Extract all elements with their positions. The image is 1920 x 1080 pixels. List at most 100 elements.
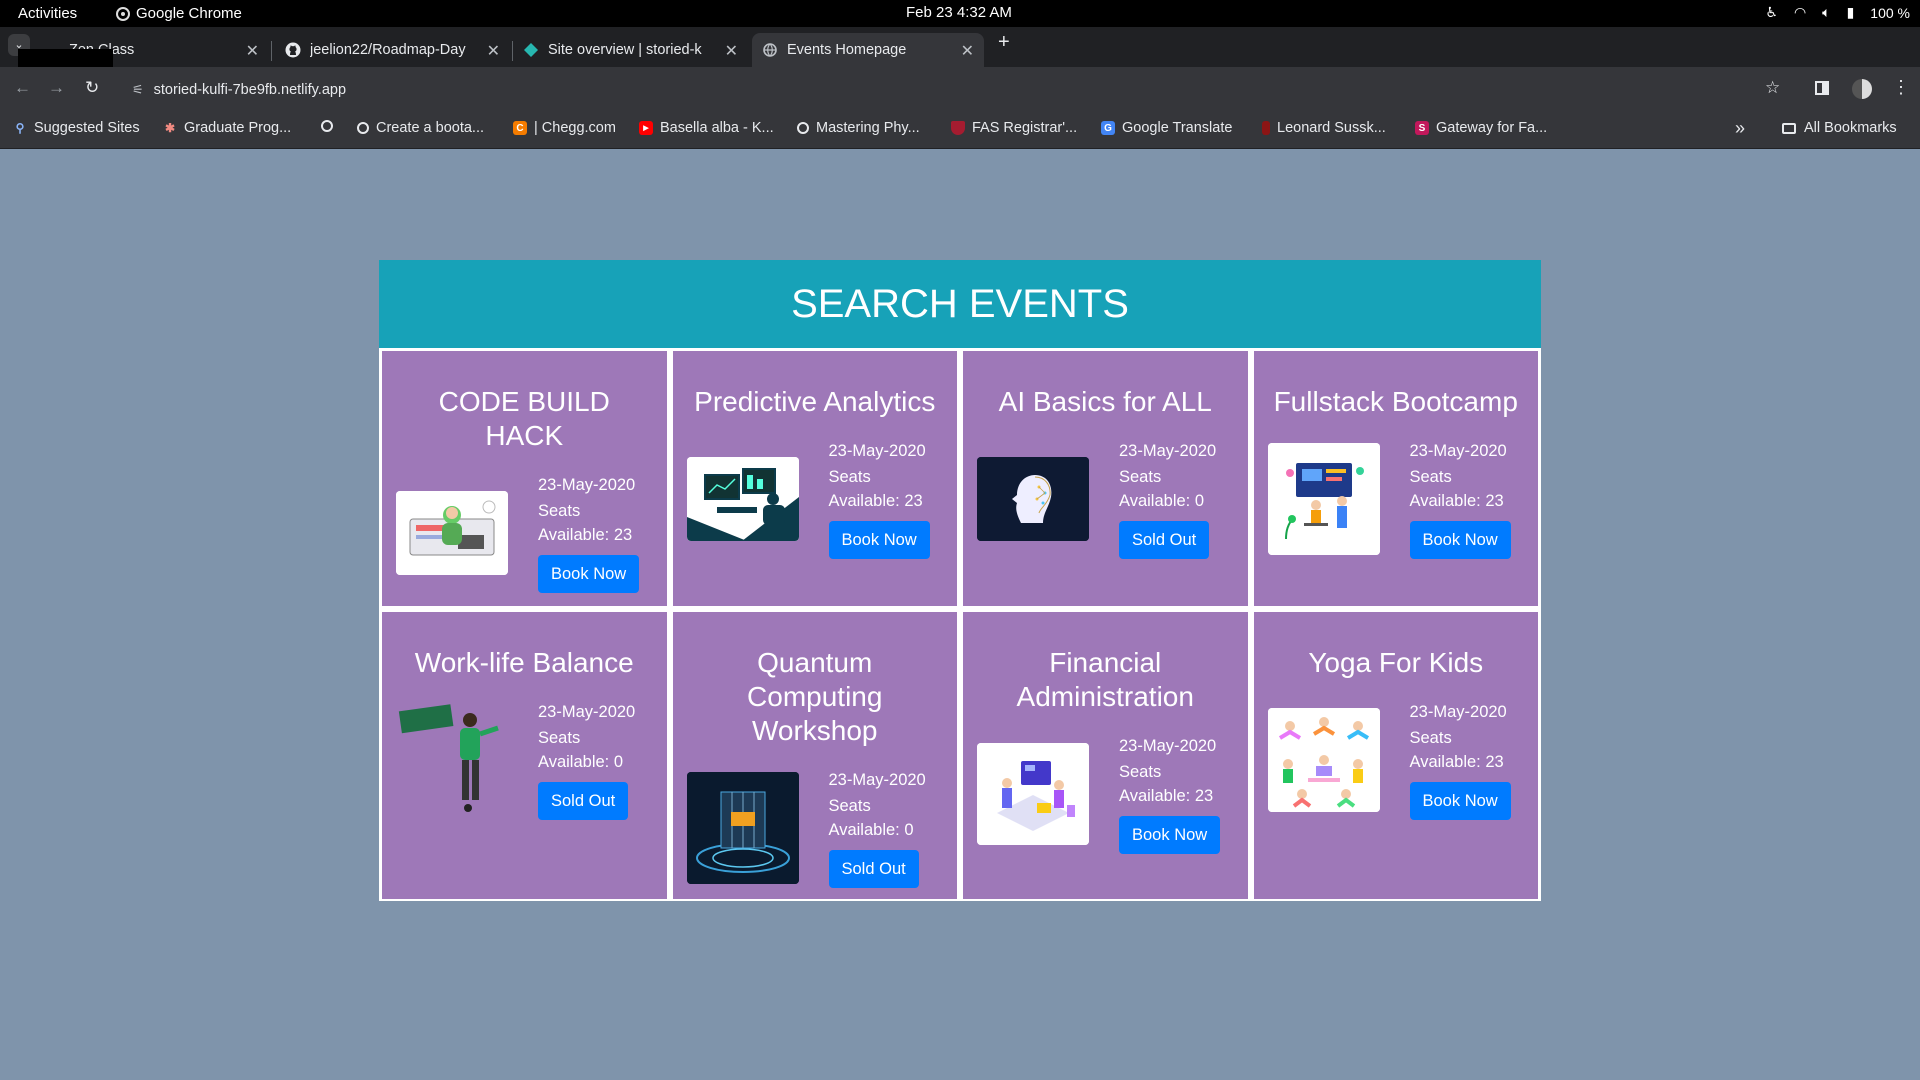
- seats-available: Available: 23: [538, 526, 633, 544]
- event-card: Yoga For Kids 23-May-2020 Seats Availabl…: [1253, 612, 1538, 899]
- event-date: 23-May-2020: [538, 476, 636, 494]
- tab-github-roadmap[interactable]: jeelion22/Roadmap-Day ✕: [285, 33, 510, 67]
- bookmark-suggested-sites[interactable]: ⚲ Suggested Sites: [13, 120, 140, 136]
- globe-icon: [797, 122, 809, 134]
- event-image-ai-head: [977, 457, 1089, 541]
- bookmarks-bar: ⚲ Suggested Sites ✱ Graduate Prog... Cre…: [0, 112, 1920, 149]
- sold-out-button[interactable]: Sold Out: [538, 782, 629, 820]
- bookmark-label: Suggested Sites: [34, 120, 140, 136]
- close-icon[interactable]: ✕: [961, 41, 974, 61]
- translate-icon: G: [1101, 121, 1115, 135]
- globe-icon: [357, 122, 369, 134]
- chrome-icon: [116, 6, 130, 21]
- seats-label: Seats: [538, 502, 581, 520]
- book-now-button[interactable]: Book Now: [828, 521, 930, 559]
- event-card: Financial Administration 23-May-2020 Sea…: [963, 612, 1248, 899]
- event-date: 23-May-2020: [538, 703, 636, 721]
- event-card: CODE BUILD HACK 23-May-2020 Seats Availa…: [382, 351, 667, 606]
- event-card: Work-life Balance 23-May-2020 Seats Avai…: [382, 612, 667, 899]
- event-date: 23-May-2020: [828, 771, 926, 789]
- bookmark-label: | Chegg.com: [534, 120, 616, 136]
- activities-button[interactable]: Activities: [18, 5, 77, 22]
- close-icon[interactable]: ✕: [246, 41, 259, 61]
- seats-label: Seats: [828, 468, 871, 486]
- bookmark-create-bootable[interactable]: Create a boota...: [357, 120, 484, 136]
- profile-avatar[interactable]: [1852, 79, 1872, 99]
- seats-available: Available: 0: [828, 821, 914, 839]
- star-burst-icon: ✱: [164, 121, 176, 135]
- side-panel-icon[interactable]: [1815, 81, 1829, 95]
- seats-label: Seats: [828, 797, 871, 815]
- accessibility-icon: ♿︎: [1765, 4, 1778, 20]
- event-title: AI Basics for ALL: [998, 386, 1212, 417]
- bookmark-google-translate[interactable]: G Google Translate: [1101, 120, 1232, 136]
- site-info-icon[interactable]: ⚟: [132, 82, 144, 98]
- bookmark-globe[interactable]: [321, 120, 340, 132]
- search-icon: ⚲: [15, 121, 25, 135]
- app-menu[interactable]: Google Chrome: [116, 5, 242, 22]
- more-bookmarks-icon[interactable]: »: [1735, 118, 1745, 139]
- bookmark-label: FAS Registrar'...: [972, 120, 1078, 136]
- bookmark-graduate-prog[interactable]: ✱ Graduate Prog...: [163, 120, 291, 136]
- book-now-button[interactable]: Book Now: [1119, 816, 1221, 854]
- sold-out-button[interactable]: Sold Out: [828, 850, 919, 888]
- back-icon[interactable]: ←: [14, 78, 31, 98]
- browser-toolbar: ← → ↻ ⚟ storied-kulfi-7be9fb.netlify.app…: [0, 67, 1920, 112]
- event-image-analytics: [686, 457, 799, 541]
- event-title: CODE BUILD HACK: [438, 386, 610, 451]
- bookmark-star-icon[interactable]: ☆: [1765, 78, 1780, 98]
- close-icon[interactable]: ✕: [487, 41, 500, 61]
- events-section: SEARCH EVENTS CODE BUILD HACK 23-May-202…: [379, 260, 1541, 901]
- seats-label: Seats: [1409, 468, 1452, 486]
- event-image-bootcamp: [1267, 443, 1380, 555]
- address-bar[interactable]: ⚟ storied-kulfi-7be9fb.netlify.app: [120, 72, 1760, 107]
- close-icon[interactable]: ✕: [725, 41, 738, 61]
- seats-available: Available: 23: [1409, 492, 1504, 510]
- bookmark-fas-registrar[interactable]: FAS Registrar'...: [951, 120, 1077, 136]
- seats-label: Seats: [1119, 763, 1162, 781]
- event-image-work-life: [396, 704, 508, 816]
- bookmark-label: Create a boota...: [376, 120, 485, 136]
- event-title: Quantum Computing Workshop: [747, 647, 883, 746]
- reload-icon[interactable]: ↻: [85, 78, 99, 98]
- event-title: Financial Administration: [1016, 647, 1194, 712]
- tab-separator: [512, 41, 513, 61]
- book-now-button[interactable]: Book Now: [1409, 782, 1511, 820]
- book-now-button[interactable]: Book Now: [538, 555, 640, 593]
- clock[interactable]: Feb 23 4:32 AM: [906, 4, 1012, 21]
- seats-available: Available: 0: [1119, 492, 1205, 510]
- event-date: 23-May-2020: [828, 442, 926, 460]
- system-tray[interactable]: ♿︎ ◠ 🔈︎ ▮ 100 %: [1765, 4, 1910, 21]
- netlify-icon: [523, 42, 539, 58]
- bookmark-label: Leonard Sussk...: [1277, 120, 1386, 136]
- tab-netlify-overview[interactable]: Site overview | storied-k ✕: [523, 33, 748, 67]
- bookmark-label: Gateway for Fa...: [1436, 120, 1548, 136]
- sold-out-button[interactable]: Sold Out: [1119, 521, 1210, 559]
- event-image-coding: [396, 491, 508, 575]
- book-now-button[interactable]: Book Now: [1409, 521, 1511, 559]
- all-bookmarks-button[interactable]: All Bookmarks: [1782, 120, 1897, 136]
- bookmark-basella-alba[interactable]: ▶ Basella alba - K...: [639, 120, 774, 136]
- new-tab-button[interactable]: +: [998, 31, 1010, 54]
- system-top-bar: Activities Google Chrome Feb 23 4:32 AM …: [0, 0, 1920, 27]
- bookmark-mastering-physics[interactable]: Mastering Phy...: [797, 120, 920, 136]
- battery-icon: ▮: [1846, 4, 1855, 20]
- event-image-quantum: [686, 772, 799, 884]
- tab-title: Site overview | storied-k: [548, 42, 702, 58]
- seats-available: Available: 23: [1409, 753, 1504, 771]
- forward-icon[interactable]: →: [48, 78, 65, 98]
- bookmark-chegg[interactable]: C | Chegg.com: [513, 120, 616, 136]
- bookmark-label: Graduate Prog...: [184, 120, 292, 136]
- events-grid: CODE BUILD HACK 23-May-2020 Seats Availa…: [379, 348, 1541, 901]
- seats-available: Available: 23: [828, 492, 923, 510]
- menu-kebab-icon[interactable]: ⋮: [1892, 77, 1910, 98]
- bookmark-label: Basella alba - K...: [660, 120, 774, 136]
- event-card: Predictive Analytics 23-May-2020 Seats A…: [672, 351, 957, 606]
- bookmark-gateway[interactable]: S Gateway for Fa...: [1415, 120, 1547, 136]
- tab-events-homepage[interactable]: Events Homepage ✕: [752, 33, 984, 67]
- seats-label: Seats: [1409, 729, 1452, 747]
- seats-available: Available: 23: [1119, 787, 1214, 805]
- tab-title: jeelion22/Roadmap-Day: [310, 42, 466, 58]
- bookmark-leonard-susskind[interactable]: Leonard Sussk...: [1262, 120, 1386, 136]
- url-text[interactable]: storied-kulfi-7be9fb.netlify.app: [154, 82, 346, 98]
